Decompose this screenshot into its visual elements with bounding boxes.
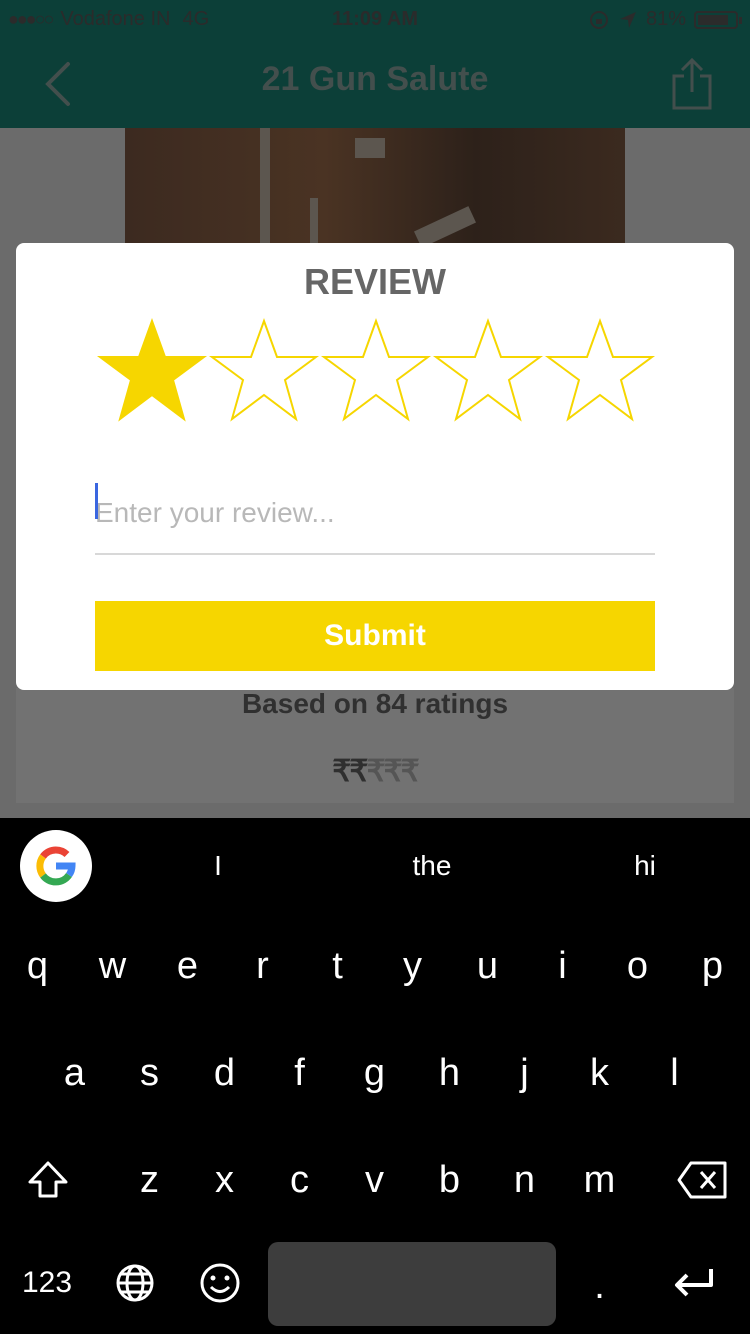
review-input[interactable] — [95, 473, 655, 555]
battery-percent: 81% — [645, 8, 686, 30]
star-empty-icon[interactable] — [208, 315, 320, 427]
backspace-key[interactable] — [665, 1140, 740, 1220]
star-empty-icon[interactable] — [432, 315, 544, 427]
emoji-icon — [200, 1263, 239, 1303]
google-g-icon — [36, 846, 76, 886]
key-p[interactable]: p — [675, 926, 750, 1006]
review-dialog: REVIEW Submit — [16, 243, 734, 690]
key-x[interactable]: x — [187, 1140, 262, 1220]
status-right: 81% — [588, 8, 742, 31]
rating-summary-card: Based on 84 ratings ₹₹₹₹₹ — [16, 688, 734, 803]
ratings-count-text: Based on 84 ratings — [241, 688, 509, 719]
key-n[interactable]: n — [487, 1140, 562, 1220]
key-j[interactable]: j — [487, 1033, 562, 1113]
key-h[interactable]: h — [412, 1033, 487, 1113]
key-m[interactable]: m — [562, 1140, 637, 1220]
numbers-key[interactable]: 123 — [10, 1243, 84, 1323]
rotation-lock-icon — [589, 10, 608, 29]
page-title: 21 Gun Salute — [261, 60, 489, 98]
key-f[interactable]: f — [262, 1033, 337, 1113]
price-level: ₹₹₹₹₹ — [16, 754, 734, 789]
star-filled-icon[interactable] — [96, 315, 208, 427]
key-e[interactable]: e — [150, 926, 225, 1006]
return-icon — [674, 1269, 713, 1297]
keyboard: I the hi qwertyuiop asdfghjkl zxcvbnm 12… — [0, 818, 750, 1334]
shift-icon — [28, 1161, 67, 1198]
key-w[interactable]: w — [75, 926, 150, 1006]
backspace-icon — [677, 1161, 726, 1199]
suggestion-1[interactable]: I — [158, 850, 278, 882]
price-inactive: ₹₹₹ — [366, 755, 419, 788]
key-k[interactable]: k — [562, 1033, 637, 1113]
key-o[interactable]: o — [600, 926, 675, 1006]
share-button[interactable] — [670, 56, 714, 112]
key-b[interactable]: b — [412, 1140, 487, 1220]
share-icon — [672, 57, 712, 110]
star-empty-icon[interactable] — [320, 315, 432, 427]
key-g[interactable]: g — [337, 1033, 412, 1113]
location-arrow-icon — [619, 11, 636, 28]
star-rating[interactable] — [96, 315, 656, 427]
suggestion-2[interactable]: the — [372, 850, 492, 882]
key-c[interactable]: c — [262, 1140, 337, 1220]
globe-icon — [116, 1264, 153, 1302]
price-active: ₹₹ — [332, 755, 368, 788]
key-l[interactable]: l — [637, 1033, 712, 1113]
shift-key[interactable] — [10, 1140, 85, 1220]
key-t[interactable]: t — [300, 926, 375, 1006]
key-s[interactable]: s — [112, 1033, 187, 1113]
language-key[interactable] — [97, 1243, 172, 1323]
key-i[interactable]: i — [525, 926, 600, 1006]
key-a[interactable]: a — [37, 1033, 112, 1113]
status-bar: ●●●○○ Vodafone IN 4G 11:09 AM 81% — [0, 0, 750, 40]
nav-bar: 21 Gun Salute — [0, 40, 750, 128]
key-u[interactable]: u — [450, 926, 525, 1006]
star-empty-icon[interactable] — [544, 315, 656, 427]
text-cursor — [95, 483, 98, 519]
period-key[interactable]: . — [562, 1246, 637, 1326]
key-v[interactable]: v — [337, 1140, 412, 1220]
key-d[interactable]: d — [187, 1033, 262, 1113]
key-z[interactable]: z — [112, 1140, 187, 1220]
battery-icon — [694, 10, 742, 29]
suggestion-3[interactable]: hi — [585, 850, 705, 882]
emoji-key[interactable] — [182, 1243, 257, 1323]
space-key[interactable] — [268, 1242, 556, 1326]
return-key[interactable] — [655, 1243, 730, 1323]
key-q[interactable]: q — [0, 926, 75, 1006]
submit-button[interactable]: Submit — [95, 601, 655, 671]
review-title: REVIEW — [303, 261, 446, 302]
google-button[interactable] — [20, 830, 92, 902]
key-y[interactable]: y — [375, 926, 450, 1006]
key-r[interactable]: r — [225, 926, 300, 1006]
